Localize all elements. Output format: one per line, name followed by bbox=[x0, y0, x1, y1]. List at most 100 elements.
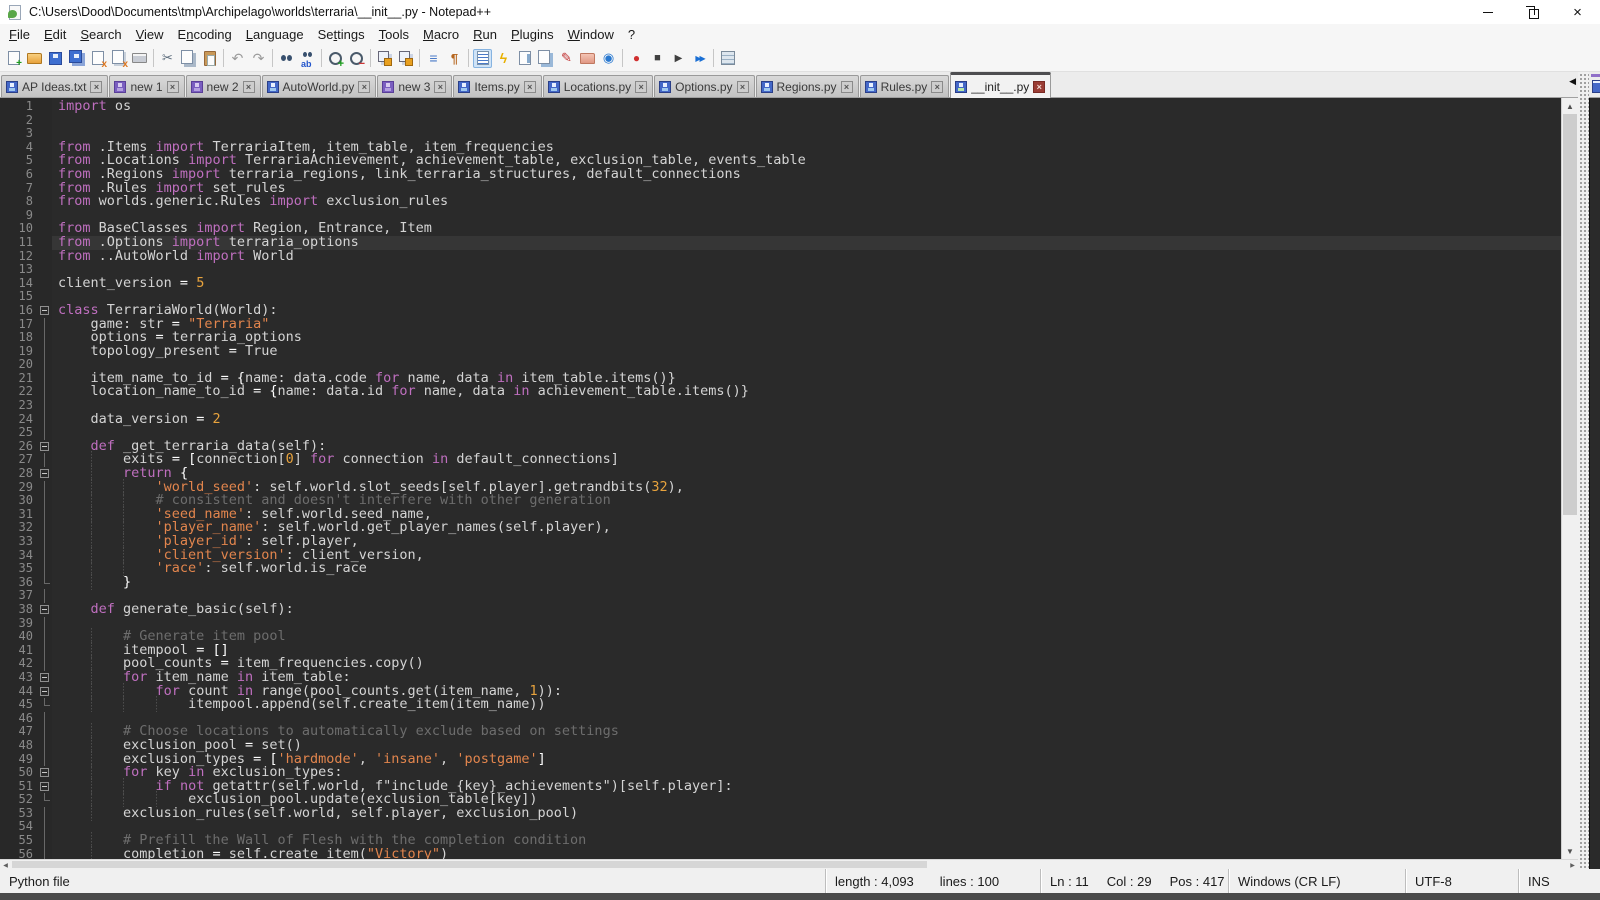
tab-locations-py[interactable]: Locations.py× bbox=[543, 75, 653, 97]
tab-close-icon[interactable]: × bbox=[167, 81, 179, 93]
tab-close-icon[interactable]: × bbox=[737, 81, 749, 93]
zoom-in-icon[interactable] bbox=[326, 49, 345, 68]
tab-new-3[interactable]: new 3× bbox=[377, 75, 452, 97]
menu-file[interactable]: File bbox=[2, 26, 37, 43]
menu-language[interactable]: Language bbox=[239, 26, 311, 43]
tab-rules-py[interactable]: Rules.py× bbox=[860, 75, 950, 97]
scroll-left-icon[interactable]: ◀ bbox=[0, 860, 11, 870]
tab-scroll-left-icon[interactable]: ◀ bbox=[1569, 76, 1576, 87]
function-list-icon[interactable] bbox=[494, 49, 513, 68]
sync-horizontal-icon[interactable] bbox=[396, 49, 415, 68]
word-wrap-icon[interactable] bbox=[424, 49, 443, 68]
redo-icon[interactable] bbox=[249, 49, 268, 68]
code-line[interactable] bbox=[52, 263, 1561, 277]
macro-record-icon[interactable] bbox=[627, 49, 646, 68]
code-line[interactable]: } bbox=[52, 576, 1561, 590]
menu-run[interactable]: Run bbox=[466, 26, 504, 43]
code-line[interactable]: exclusion_rules(self.world, self.player,… bbox=[52, 807, 1561, 821]
macro-run-multiple-icon[interactable] bbox=[690, 49, 709, 68]
tab-options-py[interactable]: Options.py× bbox=[654, 75, 754, 97]
code-line[interactable]: options = terraria_options bbox=[52, 331, 1561, 345]
code-line[interactable] bbox=[52, 114, 1561, 128]
code-line[interactable]: import os bbox=[52, 100, 1561, 114]
close-all-icon[interactable] bbox=[109, 49, 128, 68]
status-encoding[interactable]: UTF-8 bbox=[1415, 874, 1452, 889]
menu-edit[interactable]: Edit bbox=[37, 26, 73, 43]
copy-icon[interactable] bbox=[179, 49, 198, 68]
fold-collapse-icon[interactable] bbox=[36, 766, 52, 780]
show-all-characters-icon[interactable] bbox=[445, 49, 464, 68]
horizontal-scroll-thumb[interactable] bbox=[12, 861, 927, 868]
fold-collapse-icon[interactable] bbox=[36, 685, 52, 699]
fold-collapse-icon[interactable] bbox=[36, 671, 52, 685]
vertical-scroll-thumb[interactable] bbox=[1563, 114, 1577, 515]
menu-encoding[interactable]: Encoding bbox=[171, 26, 239, 43]
vertical-scrollbar[interactable]: ▲ ▼ bbox=[1561, 98, 1578, 859]
close-button[interactable]: × bbox=[1555, 0, 1600, 24]
code-line[interactable]: 'race': self.world.is_race bbox=[52, 562, 1561, 576]
tab-regions-py[interactable]: Regions.py× bbox=[756, 75, 859, 97]
code-line[interactable]: exits = [connection[0] for connection in… bbox=[52, 453, 1561, 467]
tab-close-icon[interactable]: × bbox=[243, 81, 255, 93]
editor-view[interactable]: 1234567891011121314151617181920212223242… bbox=[0, 98, 1561, 859]
tab-new-2[interactable]: new 2× bbox=[186, 75, 261, 97]
tab-close-icon[interactable]: × bbox=[841, 81, 853, 93]
code-line[interactable]: location_name_to_id = {name: data.id for… bbox=[52, 385, 1561, 399]
document-map-icon[interactable] bbox=[515, 49, 534, 68]
find-icon[interactable] bbox=[277, 49, 296, 68]
save-icon[interactable] bbox=[46, 49, 65, 68]
folder-workspace-icon[interactable] bbox=[578, 49, 597, 68]
code-line[interactable]: data_version = 2 bbox=[52, 413, 1561, 427]
indent-guide-icon[interactable] bbox=[473, 49, 492, 68]
undo-icon[interactable] bbox=[228, 49, 247, 68]
fold-collapse-icon[interactable] bbox=[36, 780, 52, 794]
tab-close-icon[interactable]: × bbox=[1033, 81, 1045, 93]
code-line[interactable]: client_version = 5 bbox=[52, 277, 1561, 291]
edge-marker-icon[interactable] bbox=[557, 49, 576, 68]
tab-close-icon[interactable]: × bbox=[90, 81, 102, 93]
save-all-icon[interactable] bbox=[67, 49, 86, 68]
code-line[interactable] bbox=[52, 290, 1561, 304]
menu-macro[interactable]: Macro bbox=[416, 26, 466, 43]
macro-play-icon[interactable] bbox=[669, 49, 688, 68]
fold-collapse-icon[interactable] bbox=[36, 467, 52, 481]
code-line[interactable]: completion = self.create_item("Victory") bbox=[52, 848, 1561, 859]
replace-icon[interactable] bbox=[298, 49, 317, 68]
code-line[interactable]: def generate_basic(self): bbox=[52, 603, 1561, 617]
status-eol[interactable]: Windows (CR LF) bbox=[1238, 874, 1341, 889]
monitoring-icon[interactable] bbox=[599, 49, 618, 68]
code-line[interactable]: # Generate item pool bbox=[52, 630, 1561, 644]
tab-autoworld-py[interactable]: AutoWorld.py× bbox=[262, 75, 377, 97]
minimize-button[interactable] bbox=[1465, 0, 1510, 24]
tab-close-icon[interactable]: × bbox=[524, 81, 536, 93]
macro-stop-icon[interactable] bbox=[648, 49, 667, 68]
tab--init-py[interactable]: __init__.py× bbox=[950, 72, 1051, 98]
close-icon[interactable] bbox=[88, 49, 107, 68]
zoom-out-icon[interactable] bbox=[347, 49, 366, 68]
menu-window[interactable]: Window bbox=[561, 26, 621, 43]
cut-icon[interactable] bbox=[158, 49, 177, 68]
fold-collapse-icon[interactable] bbox=[36, 304, 52, 318]
code-line[interactable] bbox=[52, 399, 1561, 413]
print-icon[interactable] bbox=[130, 49, 149, 68]
tab-close-icon[interactable]: × bbox=[358, 81, 370, 93]
sync-vertical-icon[interactable] bbox=[375, 49, 394, 68]
fold-collapse-icon[interactable] bbox=[36, 440, 52, 454]
restore-button[interactable] bbox=[1510, 0, 1555, 24]
scroll-down-icon[interactable]: ▼ bbox=[1562, 843, 1578, 859]
menu-view[interactable]: View bbox=[129, 26, 171, 43]
menu-search[interactable]: Search bbox=[73, 26, 128, 43]
document-switcher-icon[interactable] bbox=[536, 49, 555, 68]
open-icon[interactable] bbox=[25, 49, 44, 68]
new-file-icon[interactable] bbox=[4, 49, 23, 68]
code-line[interactable]: class TerrariaWorld(World): bbox=[52, 304, 1561, 318]
horizontal-scrollbar[interactable]: ◀ ▶ bbox=[0, 859, 1578, 869]
menu-tools[interactable]: Tools bbox=[372, 26, 416, 43]
status-insert-mode[interactable]: INS bbox=[1528, 874, 1550, 889]
tab-close-icon[interactable]: × bbox=[931, 81, 943, 93]
view-splitter[interactable] bbox=[1578, 72, 1589, 869]
scroll-right-icon[interactable]: ▶ bbox=[1567, 860, 1578, 870]
paste-icon[interactable] bbox=[200, 49, 219, 68]
tab-close-icon[interactable]: × bbox=[635, 81, 647, 93]
code-area[interactable]: import osfrom .Items import TerrariaItem… bbox=[52, 98, 1561, 859]
